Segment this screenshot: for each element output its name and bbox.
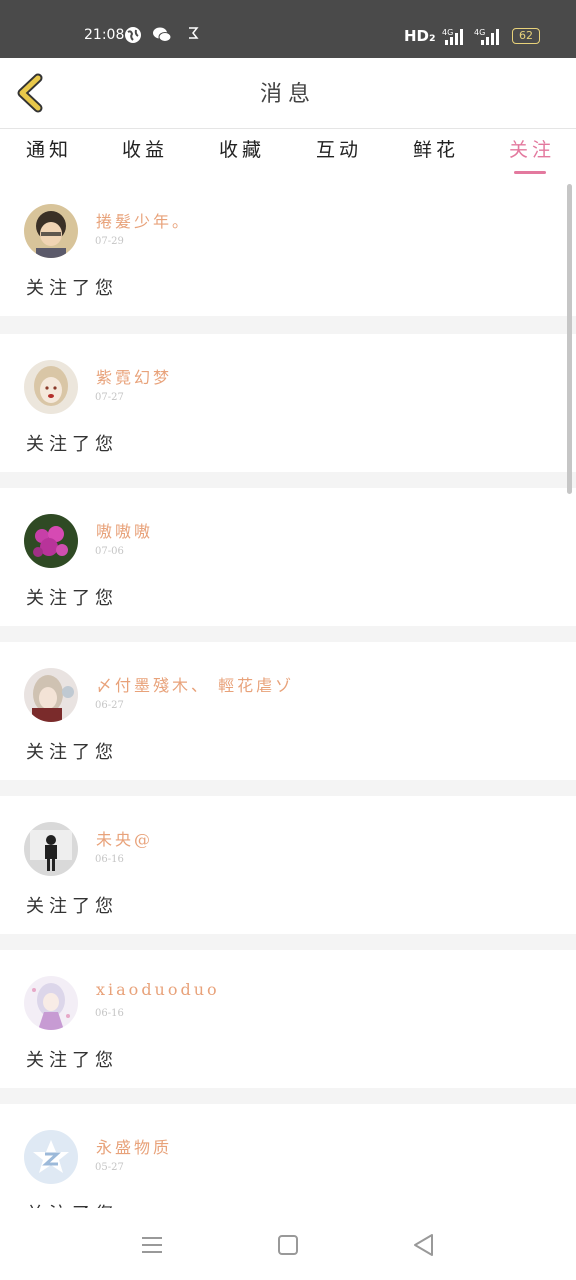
message-text: 关注了您	[26, 588, 118, 609]
username[interactable]: 紫霓幻梦	[96, 364, 172, 388]
username[interactable]: xiaoduoduo	[96, 980, 220, 999]
active-tab-indicator	[514, 171, 546, 174]
hd-label: HD₂	[404, 27, 436, 45]
header: 消息	[0, 58, 576, 128]
avatar[interactable]	[24, 1130, 78, 1184]
list-item[interactable]: 紫霓幻梦 07-27 关注了您	[0, 334, 576, 472]
avatar[interactable]	[24, 514, 78, 568]
username[interactable]: 嗷嗷嗷	[96, 518, 153, 542]
avatar[interactable]	[24, 822, 78, 876]
message-date: 07-29	[95, 236, 124, 247]
page-title: 消息	[259, 82, 316, 107]
avatar[interactable]	[24, 204, 78, 258]
avatar[interactable]	[24, 360, 78, 414]
menu-button[interactable]	[138, 1232, 166, 1258]
username[interactable]: 〆付墨殘木、 輕花虐ゾ	[96, 672, 294, 696]
battery-icon: 62	[512, 28, 540, 44]
username[interactable]: 永盛物质	[96, 1134, 172, 1158]
status-time: 21:08	[84, 27, 125, 43]
signal-4g-icon: 4G	[442, 26, 468, 46]
username[interactable]: 捲髮少年。	[96, 208, 191, 232]
tab-flowers[interactable]: 鲜花	[413, 135, 459, 162]
message-list[interactable]: 捲髮少年。 07-29 关注了您 紫霓幻梦 07-27 关注了您 嗷嗷嗷 07-…	[0, 178, 576, 1208]
menu-icon	[142, 1237, 162, 1253]
wechat-icon	[152, 26, 172, 44]
avatar[interactable]	[24, 976, 78, 1030]
message-text: 关注了您	[26, 1050, 118, 1071]
message-text: 关注了您	[26, 896, 118, 917]
message-date: 06-16	[95, 854, 124, 865]
username[interactable]: 未央@	[96, 826, 153, 850]
list-item[interactable]: 捲髮少年。 07-29 关注了您	[0, 178, 576, 316]
list-item[interactable]: xiaoduoduo 06-16 关注了您	[0, 950, 576, 1088]
message-date: 07-27	[95, 392, 124, 403]
avatar[interactable]	[24, 668, 78, 722]
tab-notifications[interactable]: 通知	[26, 135, 72, 162]
signal-4g-icon-2: 4G	[474, 26, 504, 46]
list-item[interactable]: 永盛物质 05-27 关注了您	[0, 1104, 576, 1208]
tab-favorites[interactable]: 收藏	[219, 135, 265, 162]
list-item[interactable]: 未央@ 06-16 关注了您	[0, 796, 576, 934]
tab-earnings[interactable]: 收益	[122, 135, 168, 162]
tab-bar: 通知 收益 收藏 互动 鲜花 关注	[0, 128, 576, 179]
tab-following[interactable]: 关注	[509, 135, 555, 162]
signal-4g-label: 4G	[442, 28, 453, 37]
message-text: 关注了您	[26, 742, 118, 763]
default-avatar-icon	[24, 1130, 78, 1184]
home-button[interactable]	[274, 1232, 302, 1258]
message-date: 06-16	[95, 1008, 124, 1019]
triangle-back-icon	[414, 1234, 433, 1256]
signal-4g-label-2: 4G	[474, 28, 485, 37]
tab-interactions[interactable]: 互动	[316, 135, 362, 162]
app-notification-icon	[184, 26, 202, 44]
globe-icon	[124, 26, 142, 44]
message-date: 07-06	[95, 546, 124, 557]
list-item[interactable]: 〆付墨殘木、 輕花虐ゾ 06-27 关注了您	[0, 642, 576, 780]
message-text: 关注了您	[26, 278, 118, 299]
status-bar: 21:08 HD₂ 4G 4G 62	[0, 0, 576, 58]
message-date: 05-27	[95, 1162, 124, 1173]
message-text: 关注了您	[26, 434, 118, 455]
list-item[interactable]: 嗷嗷嗷 07-06 关注了您	[0, 488, 576, 626]
message-date: 06-27	[95, 700, 124, 711]
square-home-icon	[278, 1235, 298, 1255]
scrollbar[interactable]	[567, 184, 572, 494]
system-navbar	[0, 1208, 576, 1280]
message-text: 关注了您	[26, 1200, 118, 1208]
system-back-button[interactable]	[410, 1232, 438, 1258]
